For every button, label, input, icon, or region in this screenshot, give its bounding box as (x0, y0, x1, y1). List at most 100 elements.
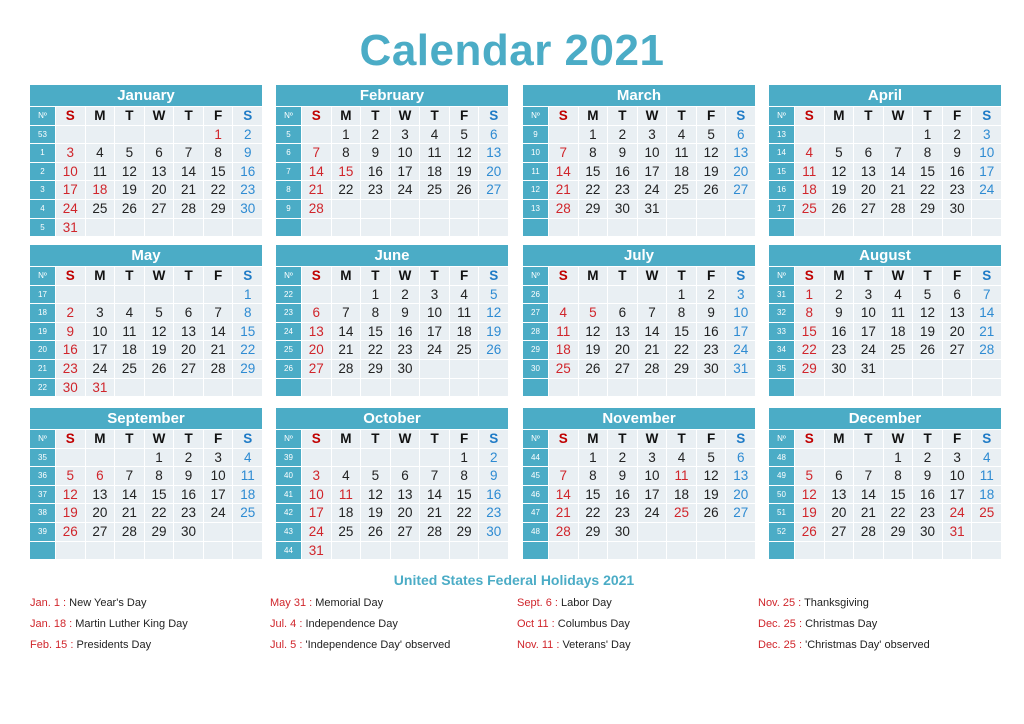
day-cell: 16 (56, 341, 85, 359)
empty-cell (824, 541, 854, 560)
week-number: 38 (30, 504, 55, 522)
day-cell: 20 (824, 504, 854, 522)
month-grid: Nº S M T W T F S 22 1 2 3 4 5 23 6 7 8 9 10 11 12 24 13 14 15 16 17… (276, 267, 508, 397)
empty-cell (913, 541, 942, 560)
week-number: 49 (769, 467, 794, 485)
empty-cell (972, 199, 1001, 218)
month-october: October Nº S M T W T F S 39 1 2 40 3 4 5 6 7 8 9 41 10 11 12 13 1… (276, 408, 508, 560)
weekday-header: S (56, 267, 85, 285)
day-cell: 12 (56, 485, 85, 504)
week-number: 22 (30, 378, 55, 397)
holiday-date: Feb. 15 : (30, 639, 74, 651)
empty-cell (233, 378, 262, 397)
month-grid: Nº S M T W T F S 35 1 2 3 4 36 5 6 7 8 9 10 11 37 12 13 14 15 16 17… (30, 430, 262, 560)
empty-cell (696, 378, 726, 397)
empty-cell (85, 448, 115, 467)
week-number: 17 (30, 285, 55, 304)
empty-cell (726, 378, 755, 397)
weekday-header: F (696, 430, 726, 448)
day-cell: 18 (883, 322, 913, 341)
day-cell: 27 (390, 522, 420, 541)
weekday-header: S (479, 107, 508, 125)
day-cell: 30 (390, 359, 420, 378)
week-number-header: Nº (523, 430, 548, 448)
day-cell: 29 (233, 359, 262, 378)
day-cell: 8 (883, 467, 913, 485)
day-cell: 13 (390, 485, 420, 504)
weekday-header: M (85, 430, 115, 448)
empty-cell (667, 522, 696, 541)
weekday-header: M (331, 107, 361, 125)
day-cell: 21 (549, 504, 578, 522)
day-cell: 11 (795, 162, 824, 181)
empty-cell (115, 448, 144, 467)
day-cell: 21 (174, 181, 203, 199)
day-cell: 3 (56, 144, 85, 162)
day-cell: 5 (449, 125, 479, 144)
weekday-header: F (203, 267, 233, 285)
day-cell: 15 (233, 322, 262, 341)
day-cell: 10 (637, 467, 667, 485)
empty-cell (824, 378, 854, 397)
day-cell: 2 (56, 304, 85, 322)
empty-cell (549, 378, 578, 397)
day-cell: 9 (479, 467, 508, 485)
day-cell: 6 (608, 304, 637, 322)
empty-cell (449, 199, 479, 218)
month-april: April Nº S M T W T F S 13 1 2 3 14 4 5 6 7 8 9 10 15 11 12 13 14 1… (769, 85, 1001, 237)
week-number: 42 (276, 504, 301, 522)
week-number: 6 (276, 144, 301, 162)
day-cell: 8 (913, 144, 942, 162)
day-cell: 3 (854, 285, 883, 304)
week-number: 5 (30, 218, 55, 237)
empty-cell (913, 359, 942, 378)
month-march: March Nº S M T W T F S 9 1 2 3 4 5 6 10 7 8 9 10 11 12 13 11 14 15… (523, 85, 755, 237)
day-cell: 24 (972, 181, 1001, 199)
day-cell: 13 (942, 304, 972, 322)
day-cell: 13 (302, 322, 331, 341)
day-cell: 8 (667, 304, 696, 322)
month-grid: Nº S M T W T F S 13 1 2 3 14 4 5 6 7 8 9 10 15 11 12 13 14 15 16 17… (769, 107, 1001, 237)
day-cell: 20 (174, 341, 203, 359)
day-cell: 13 (726, 144, 755, 162)
day-cell: 15 (144, 485, 174, 504)
day-cell: 25 (667, 181, 696, 199)
day-cell: 14 (331, 322, 361, 341)
day-cell: 13 (854, 162, 883, 181)
holiday-date: Nov. 25 : (758, 597, 802, 609)
day-cell: 14 (972, 304, 1001, 322)
day-cell: 8 (449, 467, 479, 485)
week-number: 9 (276, 199, 301, 218)
day-cell: 31 (85, 378, 115, 397)
day-cell: 30 (608, 522, 637, 541)
week-number: 50 (769, 485, 794, 504)
weekday-header: W (637, 107, 667, 125)
weekday-header: S (972, 267, 1001, 285)
week-number: 12 (523, 181, 548, 199)
day-cell: 12 (913, 304, 942, 322)
day-cell: 23 (233, 181, 262, 199)
day-cell: 16 (233, 162, 262, 181)
day-cell: 7 (972, 285, 1001, 304)
empty-cell (942, 218, 972, 237)
day-cell: 3 (637, 125, 667, 144)
empty-cell (608, 541, 637, 560)
weekday-header: T (854, 430, 883, 448)
weekday-header: F (942, 430, 972, 448)
weekday-header: T (420, 107, 449, 125)
weekday-header: T (115, 107, 144, 125)
weekday-header: F (203, 430, 233, 448)
day-cell: 27 (608, 359, 637, 378)
weekday-header: S (972, 107, 1001, 125)
day-cell: 14 (203, 322, 233, 341)
weekday-header: M (331, 267, 361, 285)
day-cell: 3 (302, 467, 331, 485)
day-cell: 9 (608, 144, 637, 162)
month-june: June Nº S M T W T F S 22 1 2 3 4 5 23 6 7 8 9 10 11 12 24 13 14 15… (276, 245, 508, 397)
empty-cell (854, 448, 883, 467)
empty-cell (578, 541, 608, 560)
week-number-header: Nº (276, 107, 301, 125)
day-cell: 5 (115, 144, 144, 162)
day-cell: 5 (361, 467, 390, 485)
empty-cell (390, 199, 420, 218)
